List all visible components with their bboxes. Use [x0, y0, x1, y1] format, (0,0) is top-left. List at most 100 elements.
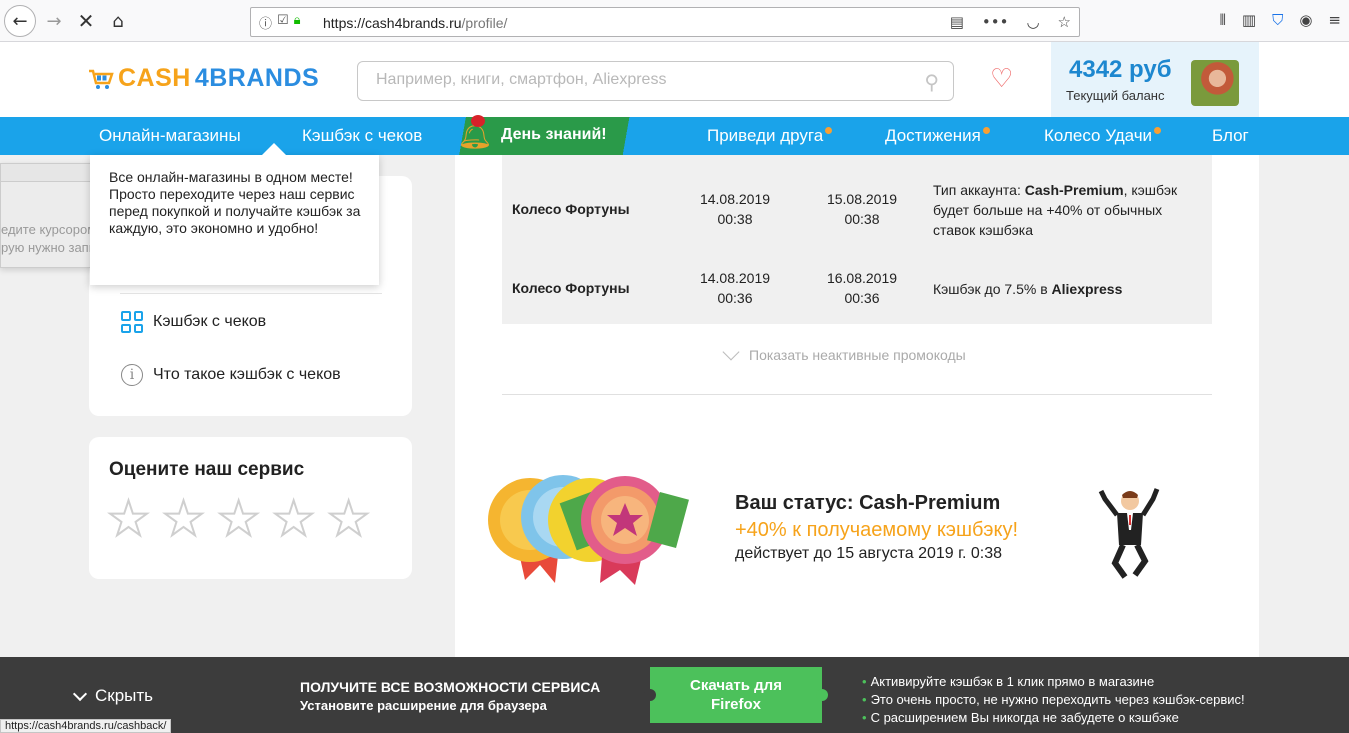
show-inactive-promos-link[interactable]: Показать неактивные промокоды — [722, 343, 966, 363]
jumping-man-illustration-icon — [1098, 488, 1160, 579]
url-text[interactable]: https://cash4brands.ru/profile/ — [323, 15, 507, 31]
search-input[interactable] — [376, 71, 916, 89]
tooltip-text: Все онлайн-магазины в одном месте! Прост… — [109, 169, 361, 236]
overlay-text: рую нужно запис — [1, 240, 103, 255]
reader-view-icon[interactable]: ▤ — [950, 13, 964, 31]
nav-label: Достижения — [885, 126, 981, 145]
promo-start: 14.08.2019 00:36 — [685, 268, 785, 308]
pocket-icon[interactable]: ◡ — [1026, 13, 1039, 31]
desc-bold: Cash-Premium — [1024, 182, 1124, 198]
notification-dot — [1154, 127, 1162, 134]
address-bar[interactable]: ⓘ ☑ 🔒︎ https://cash4brands.ru/profile/ ▤… — [250, 7, 1080, 37]
desc-text: Кэшбэк до 7.5% в — [933, 281, 1052, 297]
status-title: Ваш статус: Cash-Premium — [735, 492, 1001, 514]
promo-name: Колесо Фортуны — [512, 280, 630, 296]
sidebar-item-label: Кэшбэк с чеков — [153, 313, 267, 330]
favorites-heart-icon[interactable]: ♡ — [990, 64, 1013, 94]
shield-extension-icon[interactable]: ⛉ — [1272, 11, 1283, 29]
site-info[interactable]: ⓘ ☑ 🔒︎ — [259, 13, 301, 32]
balance-amount: 4342 руб — [1069, 56, 1172, 83]
chevron-down-icon — [722, 343, 740, 361]
online-stores-tooltip: Все онлайн-магазины в одном месте! Прост… — [90, 143, 379, 285]
logo[interactable]: CASH 4BRANDS — [88, 64, 319, 93]
star-4-icon[interactable]: ★ — [271, 494, 316, 544]
hide-label: Скрыть — [95, 686, 154, 705]
star-2-icon[interactable]: ★ — [161, 494, 206, 544]
site-header: CASH4BRANDS ⚲ ♡ 4342 руб Текущий баланс — [0, 42, 1349, 117]
menu-icon[interactable]: ≡ — [1328, 11, 1341, 29]
search-icon[interactable]: ⚲ — [924, 70, 939, 94]
sidebar-item-what-is-receipt-cashback[interactable]: i Что такое кэшбэк с чеков — [121, 364, 341, 386]
balance-label: Текущий баланс — [1066, 88, 1165, 103]
back-arrow-icon[interactable]: ← — [4, 5, 36, 37]
sidebar-item-receipt-cashback[interactable]: Кэшбэк с чеков — [121, 311, 266, 333]
rate-service-card: Оцените наш сервис ★ ★ ★ ★ ★ — [89, 437, 412, 579]
nav-invite-friend[interactable]: Приведи друга — [707, 126, 833, 146]
desc-bold: Aliexpress — [1051, 281, 1123, 297]
forward-arrow-icon[interactable]: → — [40, 7, 68, 35]
benefits-list: Активируйте кэшбэк в 1 клик прямо в мага… — [862, 673, 1245, 727]
table-row: Колесо Фортуны 14.08.2019 00:36 16.08.201… — [502, 254, 1212, 324]
show-inactive-label: Показать неактивные промокоды — [749, 347, 966, 363]
promo-table: Колесо Фортуны 14.08.2019 00:38 15.08.201… — [502, 155, 1212, 324]
home-icon[interactable]: ⌂ — [104, 7, 132, 35]
list-item: С расширением Вы никогда не забудете о к… — [862, 709, 1245, 727]
star-5-icon[interactable]: ★ — [326, 494, 371, 544]
library-icon[interactable]: ⫴ — [1220, 11, 1226, 29]
link-status-bar: https://cash4brands.ru/cashback/ — [0, 719, 172, 733]
nav-label: Кэшбэк с чеков — [302, 126, 423, 145]
desc-text: Тип аккаунта: — [933, 182, 1025, 198]
star-rating[interactable]: ★ ★ ★ ★ ★ — [106, 494, 371, 544]
notification-dot — [825, 127, 833, 134]
promo-label: День знаний! — [501, 126, 607, 143]
star-3-icon[interactable]: ★ — [216, 494, 261, 544]
extension-promo-bar: Скрыть ПОЛУЧИТЕ ВСЕ ВОЗМОЖНОСТИ СЕРВИСА … — [0, 657, 1349, 733]
hide-button[interactable]: Скрыть — [72, 686, 154, 706]
browser-toolbar: ← → ✕ ⌂ ⓘ ☑ 🔒︎ https://cash4brands.ru/pr… — [0, 0, 1349, 42]
time: 00:38 — [717, 211, 753, 227]
button-label: Скачать для — [690, 677, 782, 694]
logo-text-brands: 4BRANDS — [194, 64, 320, 92]
info-icon: i — [121, 364, 143, 386]
stop-icon[interactable]: ✕ — [72, 7, 100, 35]
nav-achievements[interactable]: Достижения — [885, 126, 990, 146]
balance-widget[interactable]: 4342 руб Текущий баланс — [1051, 42, 1259, 117]
chevron-down-icon — [72, 686, 88, 701]
lock-icon: 🔒︎ — [293, 13, 301, 28]
promo-title: ПОЛУЧИТЕ ВСЕ ВОЗМОЖНОСТИ СЕРВИСА — [300, 679, 601, 695]
list-item: Активируйте кэшбэк в 1 клик прямо в мага… — [862, 673, 1245, 691]
info-icon[interactable]: ⓘ — [259, 13, 272, 32]
nav-online-stores[interactable]: Онлайн-магазины — [99, 126, 241, 146]
time: 00:38 — [844, 211, 880, 227]
divider — [120, 293, 382, 294]
cart-logo-icon — [89, 69, 114, 89]
main-nav: Онлайн-магазины Кэшбэк с чеков 🔔︎ День з… — [0, 115, 1349, 155]
achievement-medals-icon — [488, 475, 689, 585]
download-firefox-button[interactable]: Скачать для Firefox — [644, 667, 828, 723]
promo-start: 14.08.2019 00:38 — [685, 189, 785, 229]
logo-text-cash: CASH — [118, 64, 191, 92]
promo-end: 15.08.2019 00:38 — [812, 189, 912, 229]
bow-icon — [471, 115, 485, 127]
nav-receipt-cashback[interactable]: Кэшбэк с чеков — [302, 126, 422, 146]
account-icon[interactable]: ◉ — [1299, 11, 1312, 29]
nav-wheel-of-luck[interactable]: Колесо Удачи — [1044, 126, 1162, 146]
date: 14.08.2019 — [699, 270, 771, 286]
url-host: https://cash4brands.ru — [323, 15, 462, 31]
bookmark-star-icon[interactable]: ☆ — [1058, 13, 1071, 31]
star-1-icon[interactable]: ★ — [106, 494, 151, 544]
time: 00:36 — [844, 290, 880, 306]
permissions-icon[interactable]: ☑ — [277, 13, 289, 32]
avatar[interactable] — [1191, 60, 1239, 106]
sidebar-icon[interactable]: ▥ — [1242, 11, 1256, 29]
nav-knowledge-day[interactable]: 🔔︎ День знаний! — [455, 115, 630, 155]
status-valid-until: действует до 15 августа 2019 г. 0:38 — [735, 545, 1003, 562]
button-label: Firefox — [710, 696, 761, 713]
page-actions-icon[interactable]: ••• — [982, 13, 1009, 31]
nav-blog[interactable]: Блог — [1212, 126, 1249, 146]
notification-dot — [982, 127, 990, 134]
qr-code-icon — [121, 311, 143, 333]
promo-subtitle: Установите расширение для браузера — [300, 698, 547, 713]
table-row: Колесо Фортуны 14.08.2019 00:38 15.08.201… — [502, 175, 1212, 245]
time: 00:36 — [717, 290, 753, 306]
